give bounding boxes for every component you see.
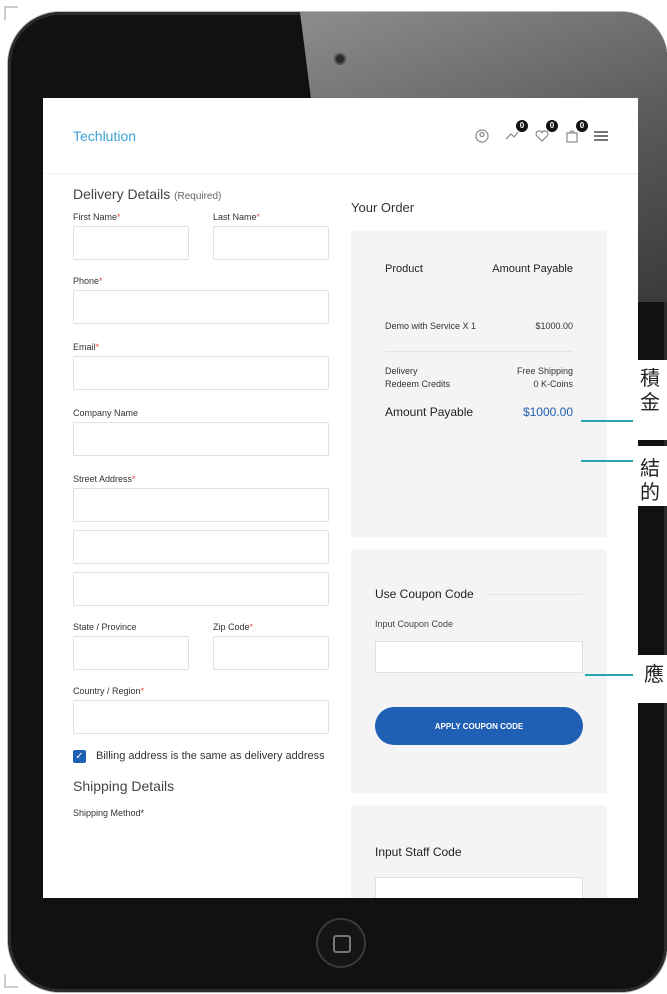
checkout-screen: Techlution 0 0 0 Delivery Details (Requi… xyxy=(43,98,638,898)
delivery-row: Delivery Free Shipping xyxy=(385,366,573,376)
street-label: Street Address xyxy=(73,474,133,484)
last-name-label: Last Name xyxy=(213,212,257,222)
coupon-title: Use Coupon Code xyxy=(375,587,474,601)
home-button[interactable] xyxy=(316,918,366,968)
last-name-field[interactable] xyxy=(213,226,329,260)
company-label: Company Name xyxy=(73,408,139,418)
staff-code-input[interactable] xyxy=(375,877,583,898)
coupon-title-rule xyxy=(485,593,583,595)
shipping-heading: Shipping Details xyxy=(73,778,175,794)
callout-leader-2 xyxy=(581,460,633,462)
company-field[interactable] xyxy=(73,422,329,456)
country-field[interactable] xyxy=(73,700,329,734)
amount-col-header: Amount Payable xyxy=(492,263,573,275)
required-mark: * xyxy=(99,276,103,286)
compare-icon[interactable]: 0 xyxy=(504,119,528,144)
camera-icon xyxy=(336,55,344,63)
required-mark: * xyxy=(132,474,136,484)
required-mark: * xyxy=(249,622,254,632)
callout-total-line2: 的 xyxy=(640,480,660,504)
first-name-field[interactable] xyxy=(73,226,189,260)
item-price: $1000.00 xyxy=(535,321,573,331)
top-nav: Techlution 0 0 0 xyxy=(43,98,638,174)
crop-corner-top-left xyxy=(4,6,18,20)
cart-icon[interactable]: 0 xyxy=(564,119,588,144)
total-row: Amount Payable $1000.00 xyxy=(385,405,573,419)
delivery-heading: Delivery Details (Required) xyxy=(73,186,329,202)
coupon-code-input[interactable] xyxy=(375,641,583,673)
order-divider xyxy=(385,351,573,352)
total-label: Amount Payable xyxy=(385,405,474,419)
crop-corner-bottom-left xyxy=(4,974,18,988)
brand-logo[interactable]: Techlution xyxy=(73,128,136,144)
wishlist-count-badge: 0 xyxy=(546,119,558,132)
item-name: Demo with Service X 1 xyxy=(385,321,477,331)
phone-field[interactable] xyxy=(73,290,329,324)
your-order-heading: Your Order xyxy=(351,200,415,215)
redeem-label: Redeem Credits xyxy=(385,379,451,389)
email-field[interactable] xyxy=(73,356,329,390)
callout-leader-1 xyxy=(581,420,633,422)
callout-leader-3 xyxy=(585,674,633,676)
shipping-method-label: Shipping Method* xyxy=(73,808,145,818)
nav-icons: 0 0 0 xyxy=(474,119,608,144)
callout-credits-line1: 積 xyxy=(640,366,660,390)
order-column: Your Order Product Amount Payable Demo w… xyxy=(351,200,607,898)
redeem-value: 0 K-Coins xyxy=(533,379,573,389)
user-icon[interactable] xyxy=(474,128,490,144)
delivery-form: Delivery Details (Required) First Name* … xyxy=(73,186,329,818)
required-mark: * xyxy=(95,342,100,352)
staff-code-card: Input Staff Code xyxy=(351,805,607,898)
callout-credits: 積 金 xyxy=(640,366,660,414)
callout-coupon: 應 xyxy=(644,662,664,686)
required-mark: * xyxy=(256,212,261,222)
street-field-2[interactable] xyxy=(73,530,329,564)
billing-same-label: Billing address is the same as delivery … xyxy=(96,750,325,762)
callout-coupon-line1: 應 xyxy=(644,662,664,686)
menu-icon[interactable] xyxy=(594,130,608,141)
home-square-icon xyxy=(333,935,351,953)
cart-count-badge: 0 xyxy=(576,119,588,132)
required-mark: * xyxy=(117,212,121,222)
order-line-item: Demo with Service X 1 $1000.00 xyxy=(385,321,573,331)
street-field-3[interactable] xyxy=(73,572,329,606)
zip-field[interactable] xyxy=(213,636,329,670)
delivery-value: Free Shipping xyxy=(516,366,573,376)
required-note: (Required) xyxy=(174,191,222,202)
billing-same-checkbox[interactable]: ✓ xyxy=(73,750,86,763)
country-label: Country / Region xyxy=(73,686,141,696)
delivery-label: Delivery xyxy=(385,366,418,376)
apply-coupon-button[interactable]: APPLY COUPON CODE xyxy=(375,707,583,745)
staff-code-title: Input Staff Code xyxy=(375,845,462,859)
delivery-title: Delivery Details xyxy=(73,186,171,202)
state-field[interactable] xyxy=(73,636,189,670)
coupon-input-label: Input Coupon Code xyxy=(375,619,454,629)
order-summary-card: Product Amount Payable Demo with Service… xyxy=(351,231,607,537)
coupon-card: Use Coupon Code Input Coupon Code APPLY … xyxy=(351,549,607,793)
callout-total: 結 的 xyxy=(640,456,660,504)
redeem-row: Redeem Credits 0 K-Coins xyxy=(385,379,573,389)
zip-label: Zip Code xyxy=(213,622,250,632)
callout-credits-line2: 金 xyxy=(640,390,660,414)
first-name-label: First Name xyxy=(73,212,118,222)
email-label: Email xyxy=(73,342,96,352)
callout-total-line1: 結 xyxy=(640,456,660,480)
compare-count-badge: 0 xyxy=(516,119,528,132)
street-field-1[interactable] xyxy=(73,488,329,522)
required-mark: * xyxy=(140,686,145,696)
billing-same-row[interactable]: ✓ Billing address is the same as deliver… xyxy=(73,748,329,764)
phone-label: Phone xyxy=(73,276,100,286)
state-label: State / Province xyxy=(73,622,137,632)
wishlist-icon[interactable]: 0 xyxy=(534,119,558,144)
product-col-header: Product xyxy=(385,263,423,275)
total-value: $1000.00 xyxy=(522,405,573,419)
